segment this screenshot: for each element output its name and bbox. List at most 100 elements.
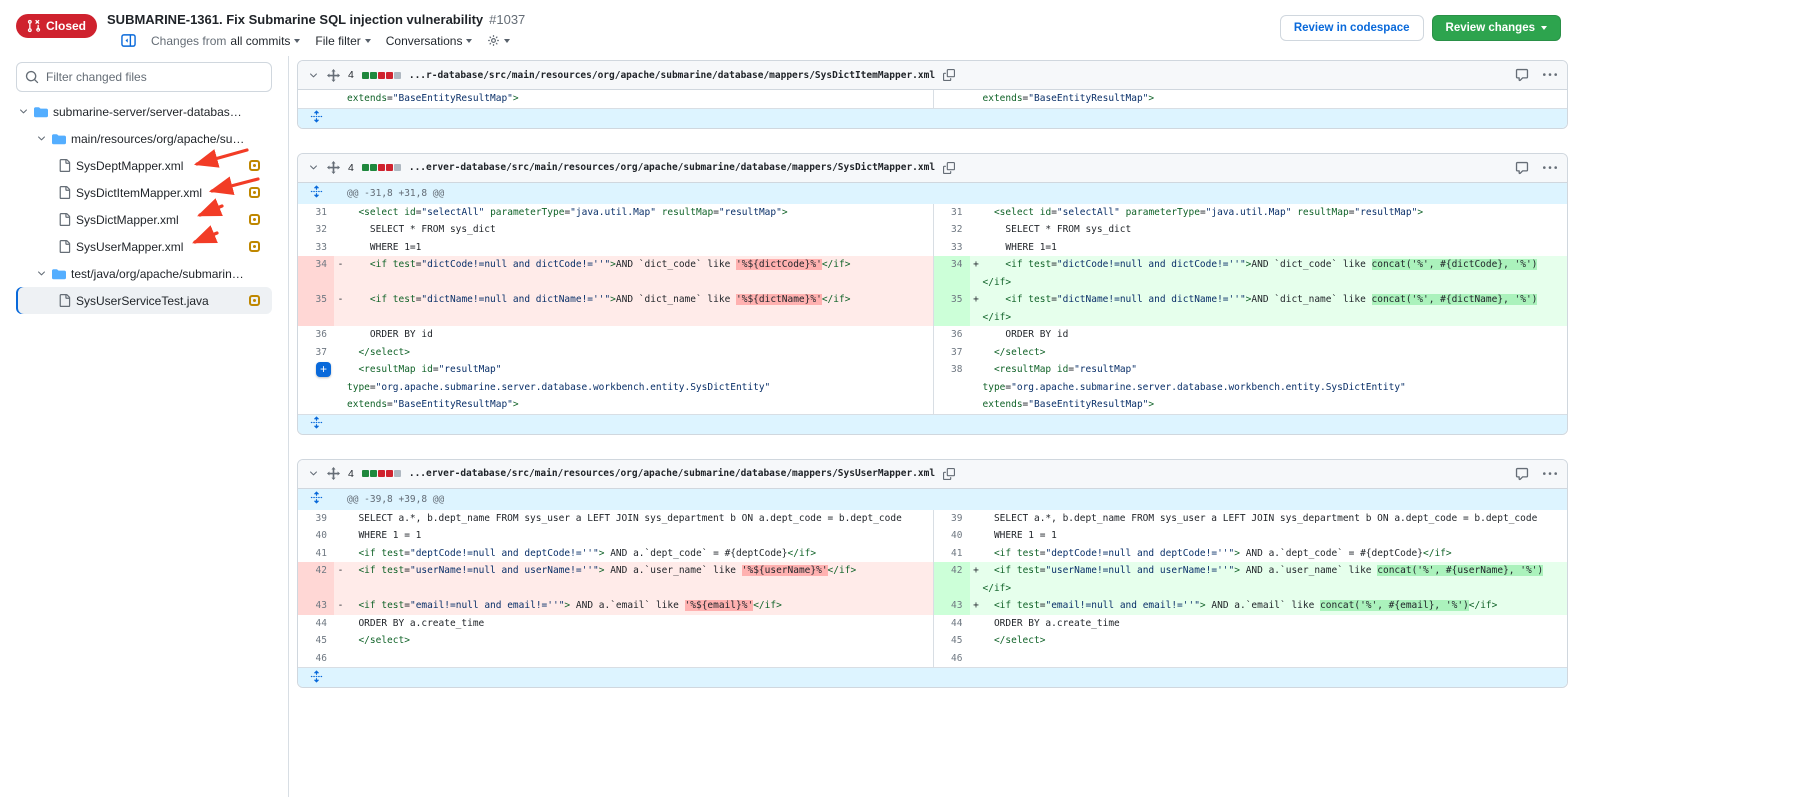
expand-hunk-button[interactable]	[298, 185, 334, 201]
copy-path-button[interactable]	[943, 69, 955, 81]
line-number[interactable]: 44	[298, 615, 334, 633]
chevron-down-icon[interactable]	[36, 268, 47, 279]
diff-row: 42- <if test="userName!=null and userNam…	[298, 562, 1567, 597]
line-number[interactable]: 35	[934, 291, 970, 326]
line-number[interactable]: 43	[298, 597, 334, 615]
line-number[interactable]: 45	[298, 632, 334, 650]
changes-from-menu[interactable]: Changes from all commits	[151, 34, 300, 48]
diff-pane-right: 41 <if test="deptCode!=null and deptCode…	[933, 545, 1568, 563]
line-number[interactable]: 33	[298, 239, 334, 257]
expand-hunk-button[interactable]	[298, 491, 334, 507]
code-line: <resultMap id="resultMap" type="org.apac…	[983, 361, 1568, 414]
add-comment-button[interactable]: +	[316, 362, 331, 377]
code-line: <select id="selectAll" parameterType="ja…	[347, 204, 933, 222]
line-number[interactable]: 46	[934, 650, 970, 668]
diff-pane-left: 37 </select>	[298, 344, 933, 362]
expand-diff-button[interactable]	[298, 670, 334, 686]
tree-file-item[interactable]: SysDictItemMapper.xml	[16, 179, 272, 206]
drag-handle-icon[interactable]	[327, 467, 340, 480]
code-line	[983, 650, 1568, 668]
expand-diff-button[interactable]	[298, 110, 334, 126]
code-line: <select id="selectAll" parameterType="ja…	[983, 204, 1568, 222]
line-number[interactable]: 36	[934, 326, 970, 344]
tree-folder-item[interactable]: submarine-server/server-database/...	[16, 98, 272, 125]
diff-sign	[334, 344, 347, 362]
line-number[interactable]: 37	[934, 344, 970, 362]
line-number[interactable]: 42	[934, 562, 970, 597]
line-number[interactable]: 41	[298, 545, 334, 563]
file-filter-menu[interactable]: File filter	[315, 34, 370, 48]
line-number[interactable]: 38	[934, 361, 970, 414]
line-number[interactable]	[298, 90, 334, 108]
diff-sign	[970, 344, 983, 362]
folder-icon	[52, 132, 66, 146]
chevron-down-icon[interactable]	[18, 106, 29, 117]
file-path-link[interactable]: ...erver-database/src/main/resources/org…	[409, 468, 935, 479]
unfold-icon	[310, 110, 323, 126]
file-path-link[interactable]: ...r-database/src/main/resources/org/apa…	[409, 70, 935, 81]
line-number[interactable]: 32	[298, 221, 334, 239]
line-number[interactable]: 40	[298, 527, 334, 545]
copy-path-button[interactable]	[943, 162, 955, 174]
line-number[interactable]: 31	[934, 204, 970, 222]
drag-handle-icon[interactable]	[327, 161, 340, 174]
line-number[interactable]: 45	[934, 632, 970, 650]
review-in-codespace-button[interactable]: Review in codespace	[1280, 15, 1424, 41]
line-number[interactable]: 32	[934, 221, 970, 239]
line-number[interactable]	[934, 90, 970, 108]
review-changes-button[interactable]: Review changes	[1432, 15, 1561, 41]
diff-sign: +	[970, 597, 983, 615]
copy-path-button[interactable]	[943, 468, 955, 480]
diff-sign	[970, 204, 983, 222]
tree-file-item[interactable]: SysDeptMapper.xml	[16, 152, 272, 179]
file-options-button[interactable]	[1543, 467, 1557, 481]
line-number[interactable]: 44	[934, 615, 970, 633]
diff-sign: +	[970, 256, 983, 291]
collapse-file-button[interactable]	[308, 70, 319, 81]
file-options-button[interactable]	[1543, 68, 1557, 82]
diff-sign	[334, 239, 347, 257]
diff-sign	[970, 239, 983, 257]
tree-file-item[interactable]: SysDictMapper.xml	[16, 206, 272, 233]
line-number[interactable]: 36	[298, 326, 334, 344]
toggle-comments-button[interactable]	[1515, 161, 1529, 175]
toggle-comments-button[interactable]	[1515, 467, 1529, 481]
line-number[interactable]: 39	[934, 510, 970, 528]
pr-status-badge: Closed	[16, 14, 97, 38]
line-number[interactable]: 41	[934, 545, 970, 563]
tree-file-item[interactable]: SysUserMapper.xml	[16, 233, 272, 260]
line-number[interactable]: 33	[934, 239, 970, 257]
conversations-menu[interactable]: Conversations	[386, 34, 473, 48]
pr-number[interactable]: #1037	[489, 12, 525, 27]
sidebar-toggle-icon[interactable]	[121, 33, 136, 48]
line-number[interactable]: 42	[298, 562, 334, 597]
file-options-button[interactable]	[1543, 161, 1557, 175]
tree-folder-item[interactable]: test/java/org/apache/submarine/s...	[16, 260, 272, 287]
line-number[interactable]: 37	[298, 344, 334, 362]
line-number[interactable]: 31	[298, 204, 334, 222]
line-number[interactable]: 35	[298, 291, 334, 326]
toggle-comments-button[interactable]	[1515, 68, 1529, 82]
collapse-file-button[interactable]	[308, 162, 319, 173]
chevron-down-icon[interactable]	[36, 133, 47, 144]
diff-row: 40 WHERE 1 = 140 WHERE 1 = 1	[298, 527, 1567, 545]
collapse-file-button[interactable]	[308, 468, 319, 479]
diff-row: 39 SELECT a.*, b.dept_name FROM sys_user…	[298, 510, 1567, 528]
line-number[interactable]: 34	[934, 256, 970, 291]
line-number[interactable]: 34	[298, 256, 334, 291]
file-path-link[interactable]: ...erver-database/src/main/resources/org…	[409, 162, 935, 173]
expand-diff-button[interactable]	[298, 416, 334, 432]
tree-folder-item[interactable]: main/resources/org/apache/subm...	[16, 125, 272, 152]
line-number[interactable]: 39	[298, 510, 334, 528]
file-header: 4...erver-database/src/main/resources/or…	[298, 154, 1567, 183]
diff-pane-left: 43- <if test="email!=null and email!=''"…	[298, 597, 933, 615]
line-number[interactable]: 46	[298, 650, 334, 668]
filter-files-input[interactable]	[16, 62, 272, 92]
line-number[interactable]: 40	[934, 527, 970, 545]
diff-settings-menu[interactable]	[487, 34, 510, 47]
tree-file-item[interactable]: SysUserServiceTest.java	[16, 287, 272, 314]
line-number[interactable]: 43	[934, 597, 970, 615]
expand-strip	[298, 108, 1567, 128]
drag-handle-icon[interactable]	[327, 69, 340, 82]
changes-count: 4	[348, 468, 354, 480]
